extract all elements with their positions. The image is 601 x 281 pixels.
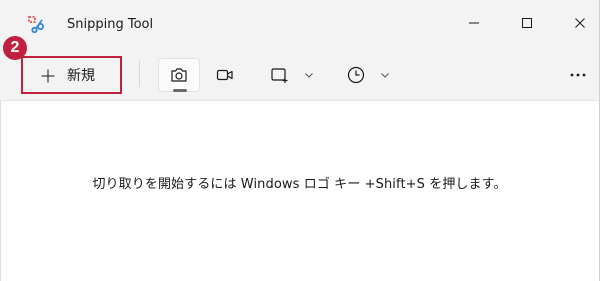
capture-mode-group xyxy=(158,58,246,92)
camera-icon xyxy=(171,68,187,82)
video-camera-icon xyxy=(216,69,233,81)
step-number-badge: 2 xyxy=(3,36,27,60)
toolbar-divider xyxy=(139,61,140,87)
start-snip-hint: 切り取りを開始するには Windows ロゴ キー +Shift+S を押します… xyxy=(92,177,507,192)
chevron-down-icon xyxy=(305,73,313,78)
plus-icon xyxy=(41,68,55,83)
maximize-button[interactable] xyxy=(509,8,545,38)
more-options-button[interactable] xyxy=(560,58,596,92)
clock-icon xyxy=(347,66,365,84)
selected-indicator xyxy=(173,89,187,92)
snipping-tool-window: Snipping Tool 2 新規 切り取りを開始するには Windows ロ… xyxy=(0,0,600,281)
new-snip-button[interactable]: 新規 xyxy=(21,56,122,94)
app-title: Snipping Tool xyxy=(67,17,154,32)
snip-shape-dropdown[interactable] xyxy=(270,58,328,92)
chevron-down-icon xyxy=(381,73,389,78)
minimize-button[interactable] xyxy=(456,8,492,38)
delay-dropdown[interactable] xyxy=(346,58,404,92)
window-left-edge xyxy=(0,101,1,281)
maximize-icon xyxy=(522,18,532,28)
title-bar[interactable]: Snipping Tool xyxy=(0,0,599,40)
snipping-tool-app-icon xyxy=(28,16,46,34)
screenshot-mode-button[interactable] xyxy=(158,58,200,92)
minimize-icon xyxy=(469,22,479,24)
new-snip-label: 新規 xyxy=(67,68,95,84)
close-button[interactable] xyxy=(562,8,598,38)
rectangle-snip-icon xyxy=(271,68,288,83)
capture-area: 切り取りを開始するには Windows ロゴ キー +Shift+S を押します… xyxy=(0,101,599,281)
ellipsis-icon xyxy=(570,73,586,77)
close-icon xyxy=(575,18,585,28)
toolbar: 新規 xyxy=(0,40,599,100)
record-mode-button[interactable] xyxy=(204,58,246,92)
